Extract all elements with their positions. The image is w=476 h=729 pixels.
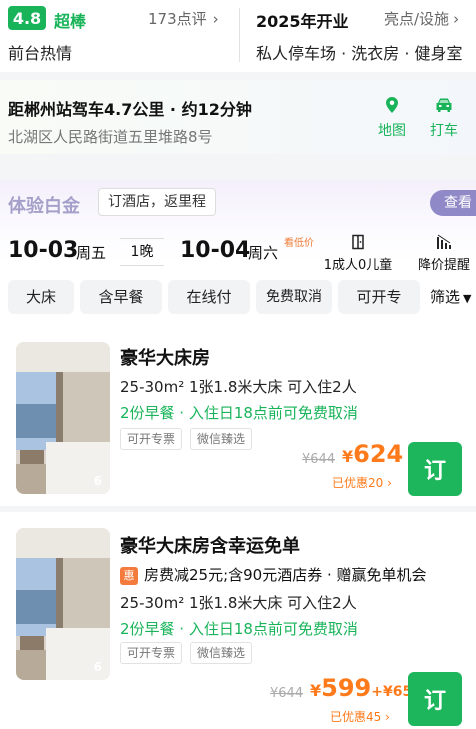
- price-trend-icon: [437, 234, 451, 249]
- facilities-list: 私人停车场 · 洗衣房 · 健身室: [256, 44, 463, 63]
- membership-title: 体验白金: [8, 196, 80, 217]
- guests-selector[interactable]: 1成人0儿童: [322, 234, 394, 273]
- room-card[interactable]: 6 豪华大床房含幸运免单 惠房费减25元;含90元酒店券 · 赠赢免单机会 25…: [0, 512, 476, 729]
- chevron-right-icon: ›: [385, 710, 390, 724]
- original-price: ¥644: [270, 686, 304, 701]
- filter-chip[interactable]: 免费取消: [256, 280, 332, 314]
- checkout-weekday: 周六: [248, 244, 279, 262]
- price-alert-button[interactable]: 降价提醒: [412, 234, 476, 273]
- room-tag: 微信臻选: [190, 642, 253, 664]
- facilities-link-label: 亮点/设施: [384, 10, 450, 28]
- room-photo[interactable]: 6: [16, 528, 110, 680]
- map-pin-icon: [386, 97, 398, 113]
- current-price: ¥624: [342, 440, 403, 468]
- room-name: 豪华大床房: [120, 348, 210, 369]
- facilities-link[interactable]: 亮点/设施 ›: [384, 8, 459, 29]
- price-value: 624: [353, 440, 404, 468]
- room-policy: 2份早餐 · 入住日18点前可免费取消: [120, 620, 358, 638]
- chevron-right-icon: ›: [387, 476, 392, 490]
- divider: [239, 8, 240, 62]
- membership-tag: 订酒店，返里程: [98, 188, 216, 216]
- discount-text: 已优惠45: [330, 710, 382, 724]
- photo-count: 6: [93, 660, 102, 674]
- filter-chip[interactable]: 含早餐: [80, 280, 162, 314]
- reviews-count: 173点评: [148, 10, 207, 28]
- map-button[interactable]: 地图: [370, 96, 414, 140]
- address-text[interactable]: 北湖区人民路街道五里堆路8号: [8, 126, 213, 147]
- car-icon: [436, 98, 452, 112]
- room-specs: 25-30m² 1张1.8米大床 可入住2人: [120, 594, 357, 612]
- book-button[interactable]: 订: [408, 442, 462, 496]
- filter-chip[interactable]: 在线付: [168, 280, 250, 314]
- reviews-link[interactable]: 173点评 ›: [148, 8, 219, 29]
- currency-symbol: ¥: [342, 447, 354, 466]
- room-photo[interactable]: 6: [16, 342, 110, 494]
- price-extra: +¥65: [371, 684, 413, 700]
- guest-door-icon: [352, 234, 364, 250]
- currency-symbol: ¥: [310, 681, 322, 700]
- low-price-hint: 看低价: [284, 238, 314, 249]
- room-photo-image: [16, 528, 110, 680]
- filter-bar: 大床 含早餐 在线付 免费取消 可开专 筛选 ▼: [8, 280, 476, 314]
- filter-label: 筛选: [430, 288, 461, 306]
- original-price: ¥644: [302, 452, 336, 467]
- filter-button[interactable]: 筛选 ▼: [426, 280, 472, 314]
- chevron-right-icon: ›: [453, 10, 460, 28]
- room-tag: 可开专票: [120, 642, 183, 664]
- filter-chip[interactable]: 可开专: [338, 280, 420, 314]
- room-photo-image: [16, 342, 110, 494]
- chevron-right-icon: ›: [212, 10, 219, 28]
- room-name: 豪华大床房含幸运免单: [120, 536, 300, 557]
- distance-text: 距郴州站驾车4.7公里 · 约12分钟: [8, 100, 252, 119]
- price-value: 599: [321, 674, 372, 702]
- checkin-date[interactable]: 10-03: [8, 238, 78, 263]
- room-card[interactable]: 6 豪华大床房 25-30m² 1张1.8米大床 可入住2人 2份早餐 · 入住…: [0, 322, 476, 506]
- price-alert-label: 降价提醒: [417, 258, 470, 273]
- promo-text: 房费减25元;含90元酒店券 · 赠赢免单机会: [144, 566, 427, 584]
- room-tag: 可开专票: [120, 428, 183, 450]
- review-highlight: 前台热情: [8, 44, 73, 63]
- room-promo: 惠房费减25元;含90元酒店券 · 赠赢免单机会: [120, 564, 427, 585]
- current-price: ¥599+¥65: [310, 674, 412, 702]
- taxi-button[interactable]: 打车: [422, 96, 466, 140]
- caret-down-icon: ▼: [463, 292, 472, 305]
- opening-year: 2025年开业: [256, 12, 349, 31]
- discount-info[interactable]: 已优惠45 ›: [330, 708, 390, 725]
- filter-chip[interactable]: 大床: [8, 280, 74, 314]
- photo-count: 6: [93, 474, 102, 488]
- location-section: 距郴州站驾车4.7公里 · 约12分钟 北湖区人民路街道五里堆路8号 地图 打车: [0, 80, 476, 154]
- room-policy: 2份早餐 · 入住日18点前可免费取消: [120, 404, 358, 422]
- room-specs: 25-30m² 1张1.8米大床 可入住2人: [120, 378, 357, 396]
- hotel-summary: 4.8 超棒 173点评 › 前台热情 2025年开业 亮点/设施 › 私人停车场 …: [0, 0, 476, 72]
- promo-badge: 惠: [120, 567, 138, 585]
- checkin-weekday: 周五: [76, 244, 107, 262]
- rating-word: 超棒: [54, 12, 87, 31]
- rating-score: 4.8: [8, 6, 46, 30]
- discount-info[interactable]: 已优惠20 ›: [332, 474, 392, 491]
- discount-text: 已优惠20: [332, 476, 384, 490]
- room-tag: 微信臻选: [190, 428, 253, 450]
- book-button[interactable]: 订: [408, 672, 462, 726]
- nights-count: 1晚: [120, 238, 164, 266]
- taxi-label: 打车: [430, 123, 458, 139]
- checkout-date[interactable]: 10-04: [180, 238, 250, 263]
- map-label: 地图: [378, 123, 406, 139]
- booking-panel: 体验白金 订酒店，返里程 查看 10-03 周五 1晚 10-04 周六 看低价…: [0, 180, 476, 332]
- guests-text: 1成人0儿童: [323, 258, 393, 273]
- membership-view-button[interactable]: 查看: [430, 190, 476, 216]
